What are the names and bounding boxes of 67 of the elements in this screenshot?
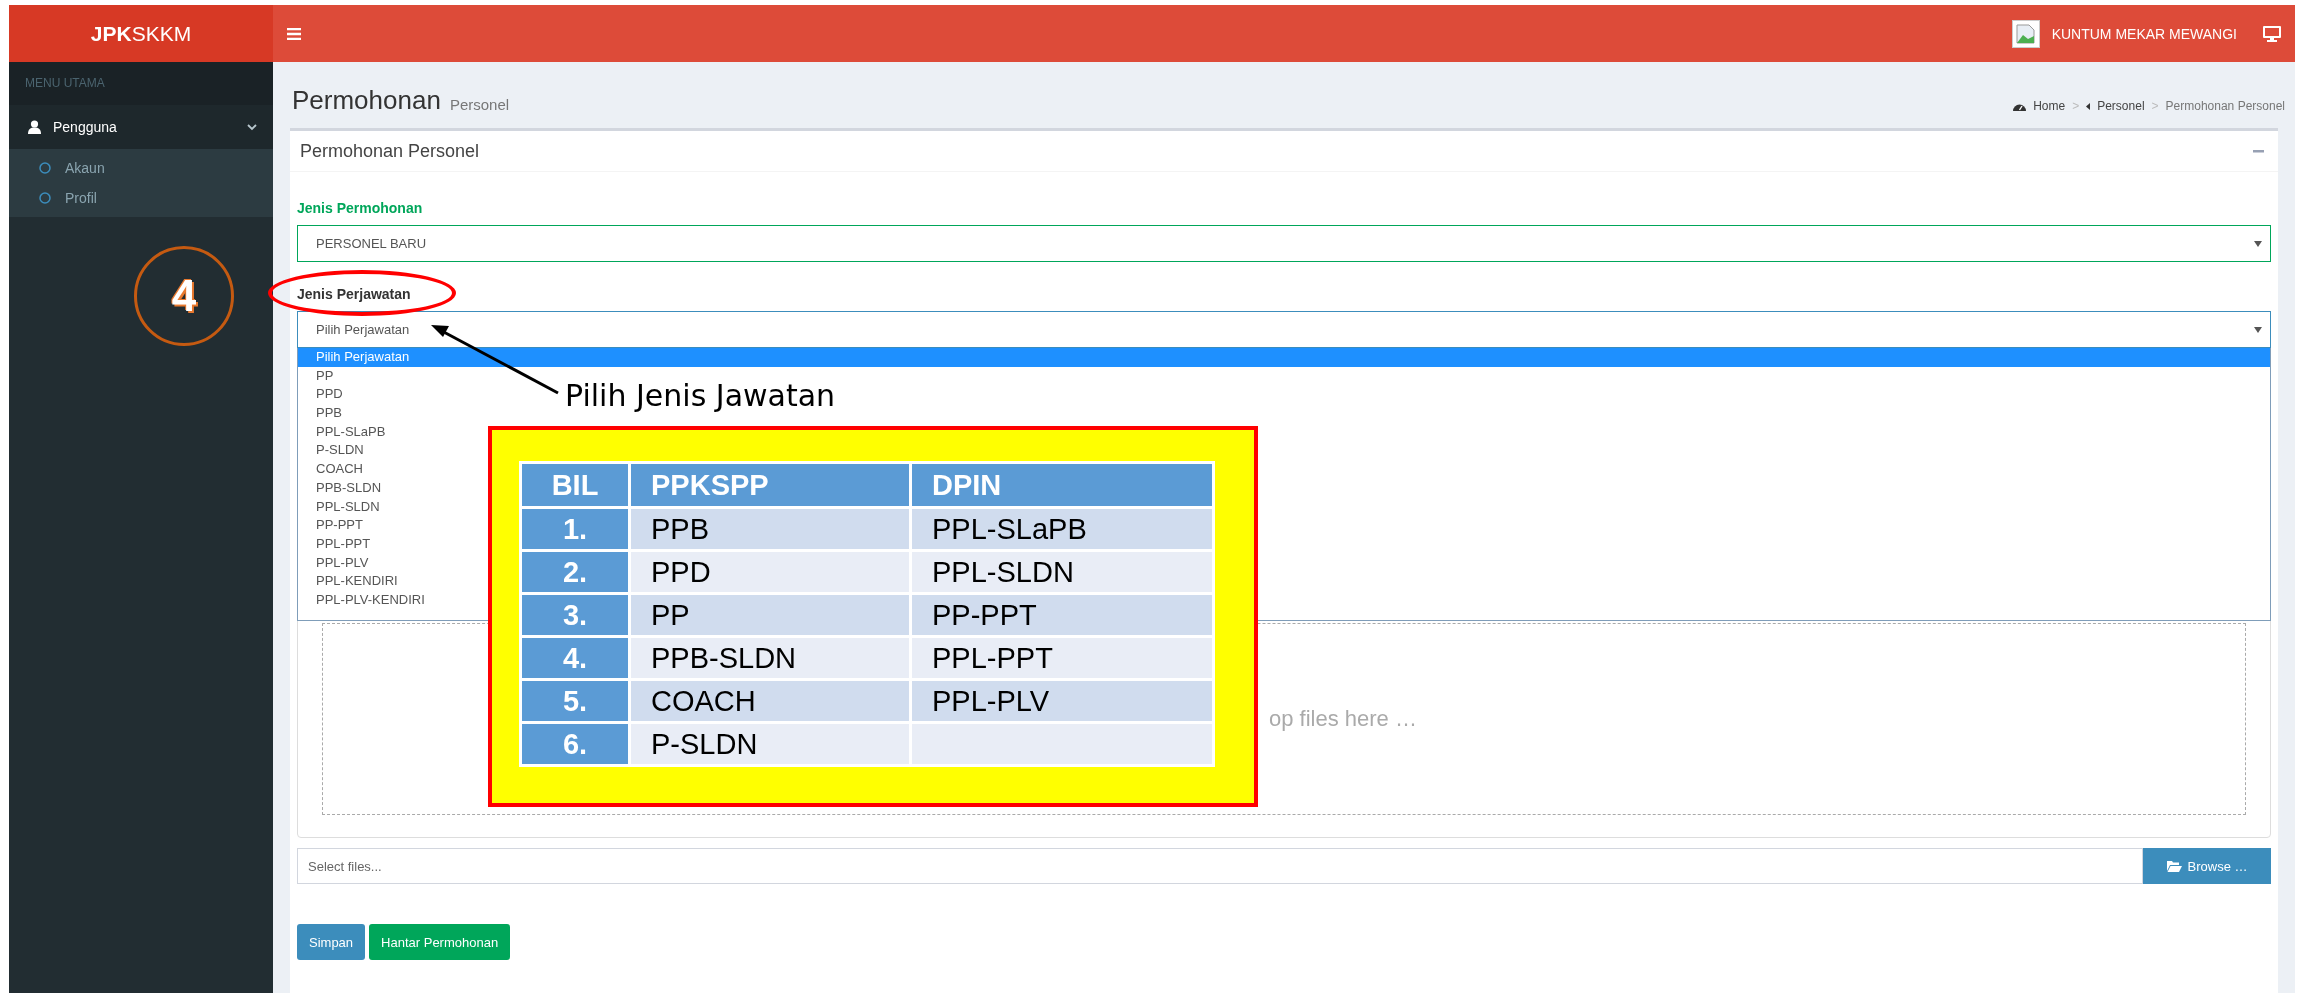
table-cell: PPL-SLDN [912, 552, 1212, 592]
dropdown-option[interactable]: PPL-PPT [298, 534, 389, 554]
table-header: PPKSPP [631, 464, 909, 506]
card-title: Permohonan Personel [300, 140, 480, 162]
browse-button[interactable]: Browse … [2143, 848, 2271, 884]
table-cell: 6. [522, 724, 628, 764]
breadcrumb-separator: > [2151, 99, 2159, 113]
caret-icon [2254, 240, 2262, 247]
user-icon [28, 120, 41, 134]
sidebar-subitem[interactable]: Akaun [9, 153, 273, 183]
table-cell: P-SLDN [631, 724, 909, 764]
dropdown-option[interactable]: COACH [298, 460, 381, 479]
table-cell: 3. [522, 595, 628, 635]
menu-section-label: MENU UTAMA [25, 76, 105, 90]
table-cell: PP [631, 595, 909, 635]
select-field[interactable]: Pilih Perjawatan [297, 311, 2271, 348]
page-title: Permohonan [292, 85, 441, 116]
dropdown-option[interactable]: PPB-SLDN [298, 478, 400, 498]
field-label: Jenis Permohonan [297, 200, 423, 216]
save-button[interactable]: Simpan [297, 924, 366, 960]
breadcrumb-link[interactable]: Permohonan Personel [2165, 99, 2285, 113]
app-logo[interactable]: JPKSKKM [9, 5, 273, 62]
table-cell: PPL-PLV [912, 681, 1212, 721]
table-cell: 2. [522, 552, 628, 592]
dropdown-option[interactable]: PPL-KENDIRI [298, 572, 416, 591]
sidebar-subitem[interactable]: Profil [9, 183, 273, 213]
folder-icon [2166, 860, 2182, 872]
menu-icon[interactable] [287, 27, 301, 40]
table-cell: COACH [631, 681, 909, 721]
dropdown-option[interactable]: PP [298, 366, 352, 386]
page-subtitle: Personel [449, 96, 510, 113]
caret-left-icon [2086, 102, 2091, 110]
table-cell: 4. [522, 638, 628, 678]
select-field[interactable]: PERSONEL BARU [297, 225, 2271, 262]
table-cell: PPB [631, 509, 909, 549]
dropdown-option[interactable]: PP-PPT [298, 516, 381, 535]
step-badge: 4 [134, 246, 234, 346]
caret-icon [2254, 326, 2262, 333]
user-name[interactable]: KUNTUM MEKAR MEWANGI [2051, 25, 2237, 42]
table-cell: PP-PPT [912, 595, 1212, 635]
table-header: BIL [522, 464, 628, 506]
monitor-icon[interactable] [2263, 25, 2281, 42]
table-cell: PPD [631, 552, 909, 592]
breadcrumb-separator: > [2072, 99, 2080, 113]
field-label: Jenis Perjawatan [297, 286, 411, 302]
dropdown-option[interactable]: PPL-PLV-KENDIRI [298, 590, 443, 610]
circle-icon [39, 192, 51, 204]
table-cell: 5. [522, 681, 628, 721]
dropdown-option[interactable]: PPB [298, 404, 360, 423]
table-cell: PPL-SLaPB [912, 509, 1212, 549]
dropdown-option[interactable]: PPL-SLDN [298, 497, 398, 517]
dropdown-option[interactable]: PPL-SLaPB [298, 422, 404, 442]
broken-image-icon [2011, 19, 2040, 48]
breadcrumb-link[interactable]: Personel [2097, 99, 2145, 113]
breadcrumb-link[interactable]: Home [2033, 99, 2066, 113]
callout-text: Pilih Jenis Jawatan [565, 378, 836, 413]
table-cell: PPB-SLDN [631, 638, 909, 678]
table-cell: 1. [522, 509, 628, 549]
dropdown-option[interactable]: P-SLDN [298, 441, 382, 461]
minus-icon[interactable] [2253, 149, 2264, 153]
sidebar-item[interactable]: Pengguna [9, 105, 273, 149]
dropdown-option[interactable]: PPD [298, 385, 361, 405]
dropdown-option[interactable]: PPL-PLV [298, 553, 387, 573]
table-header: DPIN [912, 464, 1212, 506]
circle-icon [39, 162, 51, 174]
table-cell: PPL-PPT [912, 638, 1212, 678]
file-input-field[interactable]: Select files... [297, 848, 2143, 884]
